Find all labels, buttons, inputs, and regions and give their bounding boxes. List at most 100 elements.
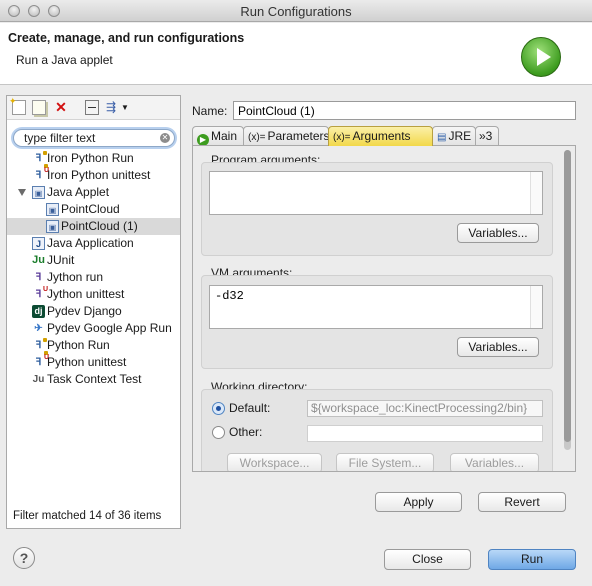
x-equals-icon: (x)= bbox=[248, 132, 266, 143]
program-arguments-input[interactable] bbox=[209, 171, 543, 215]
tree-item[interactable]: ▣ PointCloud (1) bbox=[7, 218, 180, 235]
tree-item[interactable]: J Java Application bbox=[7, 235, 180, 252]
google-app-engine-icon: ✈ bbox=[34, 323, 43, 334]
new-launch-config-icon[interactable] bbox=[9, 94, 26, 115]
apply-button[interactable]: Apply bbox=[375, 492, 462, 512]
window-titlebar: Run Configurations bbox=[0, 0, 592, 22]
python-icon: ꟻ bbox=[32, 151, 47, 165]
tab-arguments[interactable]: (x)= Arguments bbox=[328, 126, 433, 146]
name-input[interactable] bbox=[233, 101, 576, 120]
task-context-icon: Ju bbox=[32, 374, 45, 385]
tree-item-label: PointCloud bbox=[61, 202, 120, 216]
filter-input[interactable] bbox=[24, 131, 152, 145]
program-arguments-scrollbar[interactable] bbox=[530, 172, 542, 214]
launch-config-tree: ꟻIron Python RunꟻIron Python unittest▣Ja… bbox=[7, 150, 180, 388]
banner-title: Create, manage, and run configurations bbox=[8, 31, 245, 45]
vm-arguments-scrollbar[interactable] bbox=[530, 286, 542, 328]
tree-item[interactable]: ꟻIron Python unittest bbox=[7, 164, 180, 184]
junit-icon: Ju bbox=[32, 254, 45, 266]
tree-item[interactable]: Ju Task Context Test bbox=[7, 371, 180, 388]
delete-icon[interactable]: ✕ bbox=[54, 100, 68, 115]
collapse-all-icon[interactable] bbox=[85, 100, 99, 115]
duplicate-icon[interactable] bbox=[32, 100, 46, 115]
tree-item[interactable]: ꟻJython unittest bbox=[7, 283, 180, 303]
program-variables-button[interactable]: Variables... bbox=[457, 223, 539, 243]
python-unittest-icon: ꟻ bbox=[32, 351, 48, 369]
tree-item[interactable]: ▣ Java Applet bbox=[7, 184, 180, 201]
window-title: Run Configurations bbox=[240, 4, 352, 19]
jython-unittest-icon: ꟻ bbox=[32, 283, 48, 301]
tree-item-label: Python unittest bbox=[47, 355, 127, 369]
default-radio[interactable] bbox=[212, 402, 225, 415]
run-button[interactable]: Run bbox=[488, 549, 576, 570]
tab-arguments-label: Arguments bbox=[352, 129, 411, 143]
tree-item-label: Pydev Google App Run bbox=[47, 321, 172, 335]
tree-item-label: JUnit bbox=[47, 253, 75, 267]
tab-parameters[interactable]: (x)= Parameters bbox=[243, 126, 330, 146]
tab-jre[interactable]: ▤ JRE bbox=[432, 126, 476, 146]
chevron-down-icon[interactable]: ▼ bbox=[121, 100, 129, 115]
tree-item[interactable]: ꟻ Iron Python Run bbox=[7, 150, 180, 167]
tree-item[interactable]: ꟻ Python Run bbox=[7, 337, 180, 354]
config-tabs: ▶ Main (x)= Parameters (x)= Arguments ▤ JRE … bbox=[192, 126, 576, 146]
tab-main-label: Main bbox=[211, 129, 238, 143]
launch-configuration-panel: ✕ ⇶ ▼ ✕ ꟻIron Python RunꟻIron Python uni… bbox=[6, 94, 181, 529]
tree-item-label: Jython unittest bbox=[47, 287, 125, 301]
x-equals-icon: (x)= bbox=[333, 132, 351, 143]
file-system-button[interactable]: File System... bbox=[336, 453, 434, 471]
tree-item[interactable]: ꟻPython unittest bbox=[7, 351, 180, 371]
expand-triangle-icon[interactable] bbox=[18, 189, 26, 196]
jre-icon: ▤ bbox=[437, 132, 447, 143]
java-application-icon: J bbox=[32, 237, 45, 250]
help-icon[interactable]: ? bbox=[13, 547, 35, 569]
tree-item-label: PointCloud (1) bbox=[61, 219, 138, 233]
other-directory-field bbox=[307, 425, 543, 442]
tree-item-label: Java Applet bbox=[47, 185, 110, 199]
scrollbar-thumb[interactable] bbox=[564, 150, 571, 442]
dialog-banner: Create, manage, and run configurations R… bbox=[0, 23, 592, 85]
python-unittest-icon: ꟻ bbox=[32, 164, 48, 182]
tree-item[interactable]: ✈ Pydev Google App Run bbox=[7, 320, 180, 337]
overflow-icon: »3 bbox=[479, 129, 493, 143]
launch-config-toolbar: ✕ ⇶ ▼ bbox=[7, 94, 180, 120]
directory-variables-button[interactable]: Variables... bbox=[450, 453, 539, 471]
name-label: Name: bbox=[192, 104, 228, 118]
tree-item-label: Iron Python Run bbox=[47, 151, 134, 165]
banner-description: Run a Java applet bbox=[16, 53, 113, 67]
python-icon: ꟻ bbox=[32, 338, 47, 352]
vm-variables-button[interactable]: Variables... bbox=[457, 337, 539, 357]
tree-item[interactable]: dj Pydev Django bbox=[7, 303, 180, 320]
tree-item[interactable]: ꟻ Jython run bbox=[7, 269, 180, 286]
revert-button[interactable]: Revert bbox=[478, 492, 566, 512]
other-radio[interactable] bbox=[212, 426, 225, 439]
tree-item[interactable]: ▣ PointCloud bbox=[7, 201, 180, 218]
tab-jre-label: JRE bbox=[448, 129, 472, 143]
default-radio-label[interactable]: Default: bbox=[229, 401, 270, 415]
django-icon: dj bbox=[32, 305, 45, 318]
java-applet-icon: ▣ bbox=[46, 203, 59, 216]
tab-overflow[interactable]: »3 bbox=[475, 126, 499, 146]
tree-item-label: Java Application bbox=[47, 236, 134, 250]
other-radio-label[interactable]: Other: bbox=[229, 425, 262, 439]
default-directory-field: ${workspace_loc:KinectProcessing2/bin} bbox=[307, 400, 543, 417]
vm-arguments-input[interactable]: -d32 bbox=[209, 285, 543, 329]
java-applet-icon: ▣ bbox=[32, 186, 45, 199]
arguments-tab-content: Program arguments: Variables... VM argum… bbox=[192, 145, 576, 472]
workspace-button[interactable]: Workspace... bbox=[227, 453, 322, 471]
tree-item[interactable]: Ju JUnit bbox=[7, 252, 180, 269]
tree-item-label: Python Run bbox=[47, 338, 110, 352]
tree-item-label: Jython run bbox=[47, 270, 104, 284]
close-button[interactable]: Close bbox=[384, 549, 471, 570]
filter-status: Filter matched 14 of 36 items bbox=[13, 510, 162, 522]
vertical-scrollbar[interactable] bbox=[564, 150, 571, 450]
tab-main[interactable]: ▶ Main bbox=[192, 126, 244, 146]
filter-field: ✕ bbox=[13, 129, 175, 147]
filter-icon[interactable]: ⇶ bbox=[104, 100, 118, 115]
tab-parameters-label: Parameters bbox=[267, 129, 330, 143]
tree-item-label: Task Context Test bbox=[47, 372, 142, 386]
clear-filter-icon[interactable]: ✕ bbox=[160, 133, 170, 143]
run-icon bbox=[521, 37, 561, 77]
java-applet-icon: ▣ bbox=[46, 220, 59, 233]
tree-item-label: Iron Python unittest bbox=[47, 168, 151, 182]
tree-item-label: Pydev Django bbox=[47, 304, 122, 318]
